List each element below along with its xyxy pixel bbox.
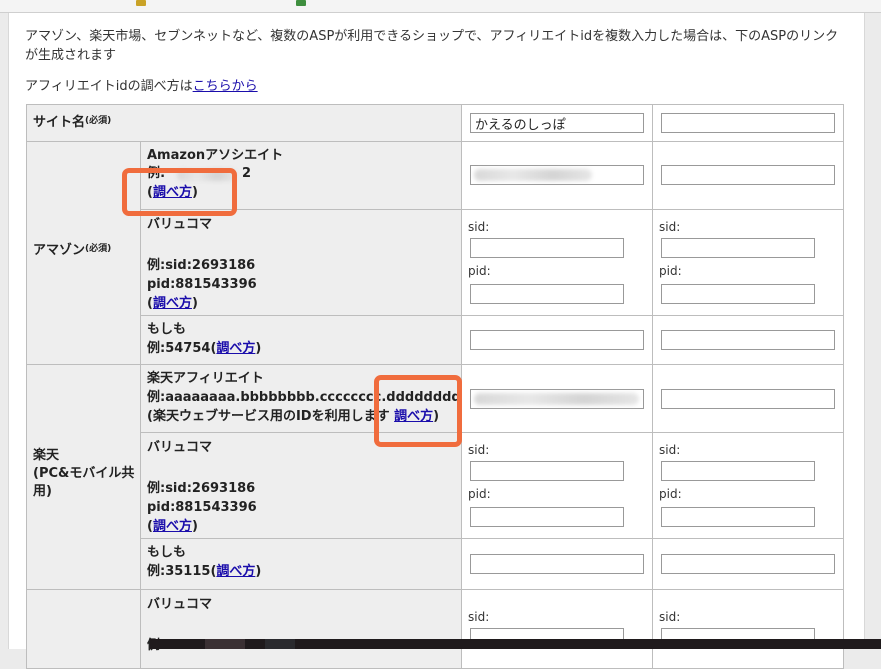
howto-prefix: アフィリエイトidの調べ方は [25, 79, 193, 94]
pid-label: pid: [468, 264, 491, 278]
amazon-vc-value-cell-2: sid: pid: [652, 209, 844, 316]
amazon-associate-howto-link[interactable]: 調べ方 [153, 185, 192, 200]
sitename-value-cell-1 [461, 104, 653, 142]
amazon-moshimo-example: 例:54754 [147, 341, 211, 356]
rakuten-moshimo-howto-link[interactable]: 調べ方 [216, 564, 255, 579]
rakuten-vc-sid-input-2[interactable] [661, 461, 815, 481]
amazon-vc-sid-input-2[interactable] [661, 238, 815, 258]
amazon-moshimo-input-1[interactable] [470, 330, 644, 350]
amazon-moshimo-input-2[interactable] [661, 330, 835, 350]
rakuten-valuecommerce-label-cell: バリュコマ 例:sid:2693186 pid:881543396 (調べ方) [140, 432, 462, 539]
intro-note: アマゾン、楽天市場、セブンネットなど、複数のASPが利用できるショップで、アフィ… [25, 29, 839, 63]
sid-label: sid: [659, 443, 681, 457]
pid-label: pid: [659, 487, 682, 501]
sitename-input-1[interactable] [470, 113, 644, 133]
next-vc-title: バリュコマ [147, 597, 213, 612]
next-valuecommerce-label-cell: バリュコマ 例 [140, 589, 462, 669]
howto-line: アフィリエイトidの調べ方はこちらから [25, 75, 258, 94]
sitename-label-cell: サイト名(必須) [26, 104, 462, 142]
blurred-rakuten-id [474, 393, 639, 405]
sid-label: sid: [659, 220, 681, 234]
amazon-associate-input-2[interactable] [661, 165, 835, 185]
pid-label: pid: [659, 264, 682, 278]
rakuten-moshimo-value-cell-2 [652, 538, 844, 590]
amazon-moshimo-label-cell: もしも 例:54754(調べ方) [140, 315, 462, 365]
rakuten-moshimo-input-2[interactable] [661, 554, 835, 574]
required-mark: (必須) [85, 116, 112, 126]
howto-link[interactable]: こちらから [193, 79, 258, 94]
amazon-associate-example-tail: 2 [242, 166, 252, 181]
closing-paren: ) [433, 409, 440, 424]
amazon-valuecommerce-label-cell: バリュコマ 例:sid:2693186 pid:881543396 (調べ方) [140, 209, 462, 316]
rakuten-group-label-cell: 楽天 (PC&モバイル共 用) [26, 364, 141, 590]
rakuten-label: 楽天 [33, 448, 60, 463]
rakuten-affiliate-value-cell-2 [652, 364, 844, 433]
content-panel: アマゾン、楽天市場、セブンネットなど、複数のASPが利用できるショップで、アフィ… [8, 13, 865, 669]
amazon-associate-label-cell: Amazonアソシエイト 例: 2 (調べ方) [140, 141, 462, 210]
amazon-moshimo-value-cell-1 [461, 315, 653, 365]
rakuten-label-line2: (PC&モバイル共 [33, 466, 135, 481]
sitename-label: サイト名 [33, 115, 86, 130]
rakuten-vc-sid-input-1[interactable] [470, 461, 624, 481]
rakuten-label-line3: 用) [33, 484, 52, 499]
next-vc-value-cell-1: sid: [461, 589, 653, 669]
os-taskbar [150, 639, 881, 649]
blurred-example-id [177, 169, 237, 181]
rakuten-vc-example-sid: 例:sid:2693186 [147, 481, 256, 496]
rakuten-moshimo-label-cell: もしも 例:35115(調べ方) [140, 538, 462, 590]
rakuten-moshimo-example: 例:35115 [147, 564, 211, 579]
rakuten-affiliate-label-cell: 楽天アフィリエイト 例:aaaaaaaa.bbbbbbbb.cccccccc.d… [140, 364, 462, 433]
amazon-group-label-cell: アマゾン(必須) [26, 141, 141, 365]
amazon-associate-example: 例: [147, 166, 166, 181]
taskbar-app-icon[interactable] [265, 639, 295, 649]
bookmark-icon[interactable] [296, 0, 306, 6]
sid-label: sid: [659, 610, 681, 624]
rakuten-moshimo-title: もしも [147, 545, 187, 560]
rakuten-vc-value-cell-1: sid: pid: [461, 432, 653, 539]
sitename-input-2[interactable] [661, 113, 835, 133]
amazon-vc-pid-input-1[interactable] [470, 284, 624, 304]
pid-label: pid: [468, 487, 491, 501]
next-vc-value-cell-2: sid: [652, 589, 844, 669]
amazon-moshimo-value-cell-2 [652, 315, 844, 365]
amazon-vc-sid-input-1[interactable] [470, 238, 624, 258]
rakuten-vc-example-pid: pid:881543396 [147, 500, 257, 515]
bookmark-icon[interactable] [136, 0, 146, 6]
rakuten-affiliate-example: 例:aaaaaaaa.bbbbbbbb.cccccccc.dddddddd [147, 390, 461, 405]
rakuten-vc-title: バリュコマ [147, 440, 213, 455]
amazon-associate-title: Amazonアソシエイト [147, 148, 284, 163]
amazon-vc-value-cell-1: sid: pid: [461, 209, 653, 316]
taskbar-app-icon[interactable] [205, 639, 245, 649]
sitename-value-cell-2 [652, 104, 844, 142]
amazon-moshimo-title: もしも [147, 322, 187, 337]
amazon-vc-example-sid: 例:sid:2693186 [147, 258, 256, 273]
rakuten-affiliate-note: (楽天ウェブサービス用のIDを利用します [147, 409, 390, 424]
amazon-moshimo-howto-link[interactable]: 調べ方 [216, 341, 255, 356]
amazon-associate-value-cell-1 [461, 141, 653, 210]
rakuten-affiliate-value-cell-1 [461, 364, 653, 433]
sid-label: sid: [468, 220, 490, 234]
sid-label: sid: [468, 610, 490, 624]
next-group-label-cell [26, 589, 141, 669]
amazon-vc-pid-input-2[interactable] [661, 284, 815, 304]
affiliate-form-table: サイト名(必須) アマゾン(必須) Amazonアソシエイト 例:2 (調べ方) [26, 104, 844, 669]
rakuten-vc-howto-link[interactable]: 調べ方 [153, 519, 192, 534]
blurred-associate-id [474, 169, 592, 181]
amazon-vc-title: バリュコマ [147, 217, 213, 232]
rakuten-moshimo-input-1[interactable] [470, 554, 644, 574]
amazon-label: アマゾン [33, 243, 86, 258]
rakuten-vc-pid-input-2[interactable] [661, 507, 815, 527]
required-mark: (必須) [85, 244, 112, 254]
browser-bookmarks-strip [0, 0, 881, 13]
rakuten-affiliate-input-2[interactable] [661, 389, 835, 409]
sid-label: sid: [468, 443, 490, 457]
rakuten-moshimo-value-cell-1 [461, 538, 653, 590]
rakuten-affiliate-title: 楽天アフィリエイト [147, 371, 264, 386]
amazon-vc-howto-link[interactable]: 調べ方 [153, 296, 192, 311]
rakuten-vc-pid-input-1[interactable] [470, 507, 624, 527]
amazon-vc-example-pid: pid:881543396 [147, 277, 257, 292]
amazon-associate-value-cell-2 [652, 141, 844, 210]
rakuten-vc-value-cell-2: sid: pid: [652, 432, 844, 539]
rakuten-affiliate-howto-link[interactable]: 調べ方 [394, 409, 433, 424]
